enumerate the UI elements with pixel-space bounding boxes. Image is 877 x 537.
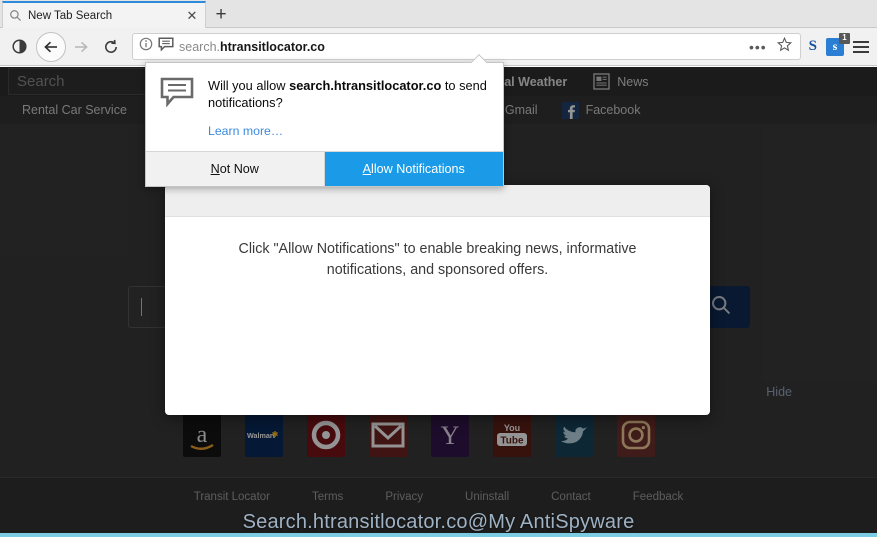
page-info-icon[interactable] <box>139 37 153 56</box>
browser-tab[interactable]: New Tab Search ✕ <box>2 1 206 28</box>
shortcut-twitter[interactable] <box>555 413 593 457</box>
header-search-placeholder: Search <box>17 73 65 90</box>
new-tab-button[interactable]: + <box>210 5 232 25</box>
svg-text:Y: Y <box>441 421 460 450</box>
notification-bubble-icon <box>160 77 194 108</box>
address-bar[interactable]: search.htransitlocator.co ••• <box>132 33 801 60</box>
search-icon <box>9 9 22 22</box>
svg-text:Tube: Tube <box>500 436 524 447</box>
doorhanger-arrow <box>471 54 487 63</box>
reload-button[interactable] <box>96 32 126 62</box>
skype-extension-icon[interactable]: s 1 <box>826 32 850 56</box>
extension-badge-count: 1 <box>839 32 850 44</box>
search-icon <box>710 294 732 321</box>
footer-link-uninstall[interactable]: Uninstall <box>465 491 509 503</box>
footer-link-privacy[interactable]: Privacy <box>385 491 423 503</box>
shortcut-tiles: a Walmart Y You Tube <box>0 407 877 463</box>
doorhanger-body: Will you allow search.htransitlocator.co… <box>146 63 503 151</box>
shortcut-gmail[interactable] <box>369 413 407 457</box>
notification-permission-icon[interactable] <box>158 37 174 56</box>
svg-text:a: a <box>197 422 208 448</box>
news-icon <box>593 73 610 90</box>
doorhanger-question: Will you allow search.htransitlocator.co… <box>208 78 487 110</box>
forward-button[interactable] <box>66 32 96 62</box>
browser-tab-strip: New Tab Search ✕ + <box>0 0 877 28</box>
screenshot-root: New Tab Search ✕ + search.htransitlocato… <box>0 0 877 537</box>
header-link-label: News <box>617 74 649 89</box>
address-bar-url: search.htransitlocator.co <box>179 39 325 54</box>
shortcut-youtube[interactable]: You Tube <box>493 413 531 457</box>
nav-link-rental-car-service[interactable]: Rental Car Service <box>22 103 127 117</box>
hamburger-menu-icon[interactable] <box>853 40 869 53</box>
doorhanger-actions: Not Now Allow Notifications <box>146 151 503 186</box>
allow-accesskey: A <box>362 162 372 176</box>
close-icon[interactable]: ✕ <box>185 9 199 23</box>
notification-permission-doorhanger: Will you allow search.htransitlocator.co… <box>145 62 504 187</box>
not-now-accesskey: N <box>210 162 220 176</box>
not-now-button[interactable]: Not Now <box>146 152 325 186</box>
shortcut-instagram[interactable] <box>617 413 655 457</box>
allow-notifications-button[interactable]: Allow Notifications <box>324 152 503 186</box>
nav-link-facebook[interactable]: Facebook <box>561 101 641 119</box>
facebook-icon <box>561 101 579 119</box>
skype-letter-icon[interactable]: S <box>809 38 817 55</box>
modal-title-bar <box>165 185 710 217</box>
back-button[interactable] <box>36 31 66 62</box>
shortcut-yahoo[interactable]: Y <box>431 413 469 457</box>
shortcut-target[interactable] <box>307 413 345 457</box>
skype-extension-label: s <box>832 39 838 53</box>
watermark-text: Search.htransitlocator.co@My AntiSpyware <box>242 511 635 533</box>
page-actions-icon[interactable]: ••• <box>749 40 767 54</box>
allow-notifications-modal: Click "Allow Notifications" to enable br… <box>165 185 710 415</box>
learn-more-link[interactable]: Learn more… <box>208 124 488 138</box>
modal-message: Click "Allow Notifications" to enable br… <box>238 241 637 278</box>
bookmark-star-icon[interactable] <box>776 36 792 57</box>
svg-text:Walmart: Walmart <box>247 431 276 440</box>
not-now-label-rest: ot Now <box>219 162 259 176</box>
browser-toolbar: search.htransitlocator.co ••• S s 1 <box>0 28 877 66</box>
footer-link-terms[interactable]: Terms <box>312 491 343 503</box>
extension-toolbar: S s 1 <box>809 32 877 56</box>
nav-link-label: Rental Car Service <box>22 103 127 117</box>
header-link-news[interactable]: News <box>593 73 648 90</box>
hide-shortcuts-link[interactable]: Hide <box>766 385 792 399</box>
nav-link-label: Gmail <box>504 103 538 117</box>
shortcut-amazon[interactable]: a <box>183 413 221 457</box>
shortcut-walmart[interactable]: Walmart <box>245 413 283 457</box>
doorhanger-text: Will you allow search.htransitlocator.co… <box>208 77 488 138</box>
footer-link-transit-locator[interactable]: Transit Locator <box>194 491 270 503</box>
allow-label-rest: llow Notifications <box>371 162 465 176</box>
footer-link-contact[interactable]: Contact <box>551 491 591 503</box>
browser-tab-title: New Tab Search <box>28 9 113 22</box>
bottom-edge-strip <box>0 533 877 537</box>
footer-link-feedback[interactable]: Feedback <box>633 491 684 503</box>
nav-link-label: Facebook <box>585 103 641 117</box>
text-caret <box>140 298 142 316</box>
brightness-icon[interactable] <box>4 32 34 62</box>
svg-text:You: You <box>504 423 520 433</box>
